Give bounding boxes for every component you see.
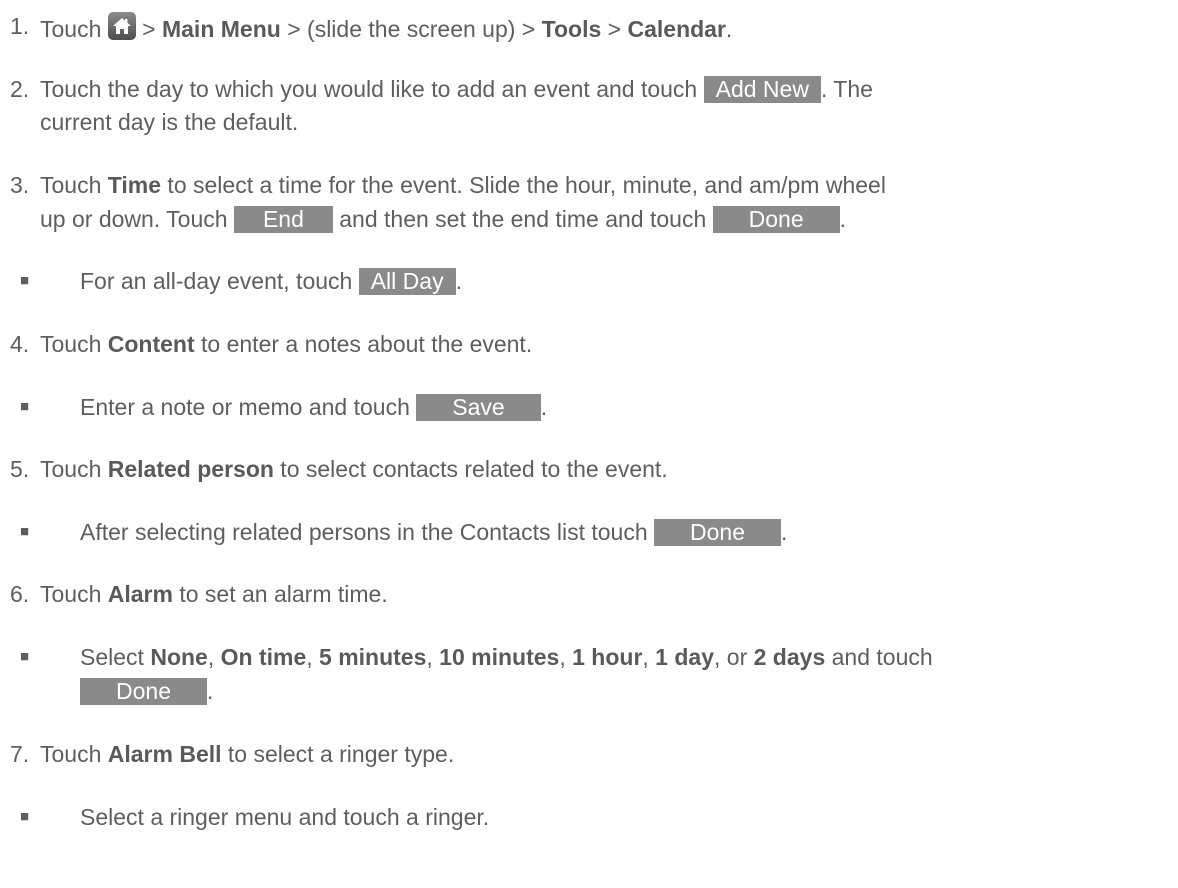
- bullet-icon: ■: [20, 272, 30, 289]
- done-button[interactable]: Done: [712, 206, 840, 233]
- step-text: Touch > Main Menu > (slide the screen up…: [40, 12, 732, 43]
- step-number: 7.: [10, 741, 30, 767]
- bullet-icon: ■: [20, 398, 30, 415]
- step-text: Touch Time to select a time for the even…: [40, 172, 886, 198]
- end-button[interactable]: End: [233, 206, 333, 233]
- done-button[interactable]: Done: [654, 519, 782, 546]
- step-number: 3.: [10, 172, 30, 198]
- all-day-button[interactable]: All Day: [358, 268, 456, 295]
- step-number: 5.: [10, 456, 30, 482]
- step-text: Touch the day to which you would like to…: [40, 76, 873, 103]
- save-button[interactable]: Save: [416, 394, 541, 421]
- bullet-icon: ■: [20, 648, 30, 665]
- done-button[interactable]: Done: [80, 678, 207, 705]
- add-new-button[interactable]: Add New: [703, 76, 821, 103]
- home-icon: [107, 12, 136, 40]
- step-number: 4.: [10, 331, 30, 357]
- step-number: 1.: [10, 13, 30, 39]
- bullet-icon: ■: [20, 523, 30, 540]
- step-number: 2.: [10, 76, 30, 102]
- bullet-icon: ■: [20, 808, 30, 825]
- step-number: 6.: [10, 581, 30, 607]
